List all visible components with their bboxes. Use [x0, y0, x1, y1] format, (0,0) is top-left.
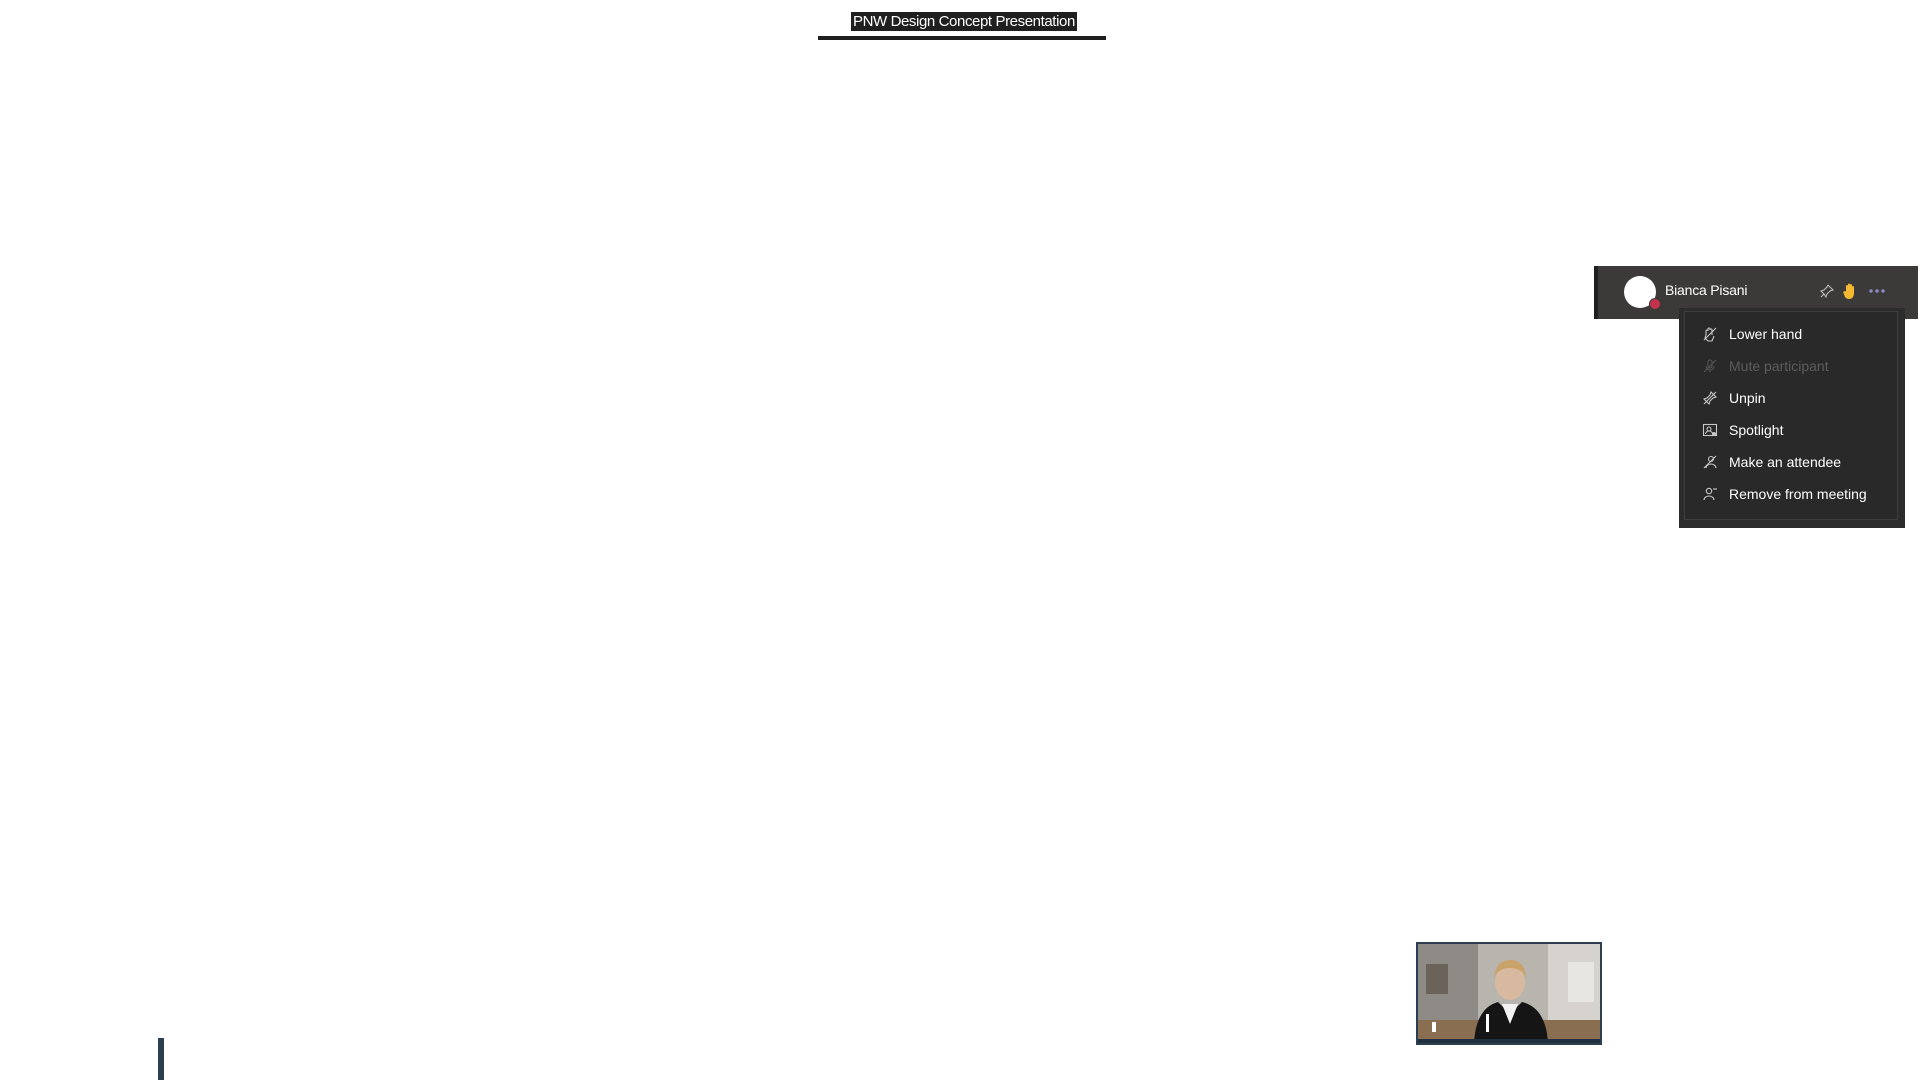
- participant-context-menu: Lower hand Mute participant Unpin Spotli…: [1684, 311, 1898, 520]
- menu-item-label: Mute participant: [1729, 358, 1829, 374]
- remove-person-icon: [1701, 485, 1719, 503]
- spotlight-icon: [1701, 421, 1719, 439]
- menu-item-unpin[interactable]: Unpin: [1685, 382, 1897, 414]
- menu-item-label: Unpin: [1729, 390, 1766, 406]
- mic-off-icon: [1701, 357, 1719, 375]
- scroll-indicator: [158, 1038, 164, 1080]
- meeting-title: PNW Design Concept Presentation: [851, 12, 1077, 31]
- meeting-title-area: PNW Design Concept Presentation: [818, 8, 1108, 42]
- meeting-stage: PNW Design Concept Presentation Bianca P…: [0, 0, 1920, 1080]
- menu-item-mute-participant: Mute participant: [1685, 350, 1897, 382]
- raised-hand-icon: [1839, 280, 1861, 302]
- more-options-icon[interactable]: [1866, 280, 1888, 302]
- participant-name: Bianca Pisani: [1665, 282, 1748, 298]
- menu-item-lower-hand[interactable]: Lower hand: [1685, 318, 1897, 350]
- menu-item-label: Make an attendee: [1729, 454, 1842, 470]
- self-video-thumbnail[interactable]: [1416, 942, 1602, 1045]
- menu-item-spotlight[interactable]: Spotlight: [1685, 414, 1897, 446]
- avatar-status-badge: [1649, 298, 1661, 310]
- make-attendee-icon: [1701, 453, 1719, 471]
- meeting-title-underline: [818, 36, 1106, 40]
- menu-item-label: Spotlight: [1729, 422, 1784, 438]
- video-feed-image: [1418, 944, 1600, 1043]
- menu-item-label: Lower hand: [1729, 326, 1803, 342]
- unpin-icon: [1701, 389, 1719, 407]
- unpin-icon[interactable]: [1816, 280, 1838, 302]
- lower-hand-icon: [1701, 325, 1719, 343]
- menu-item-remove-from-meeting[interactable]: Remove from meeting: [1685, 478, 1897, 510]
- menu-item-label: Remove from meeting: [1729, 486, 1867, 502]
- menu-item-make-attendee[interactable]: Make an attendee: [1685, 446, 1897, 478]
